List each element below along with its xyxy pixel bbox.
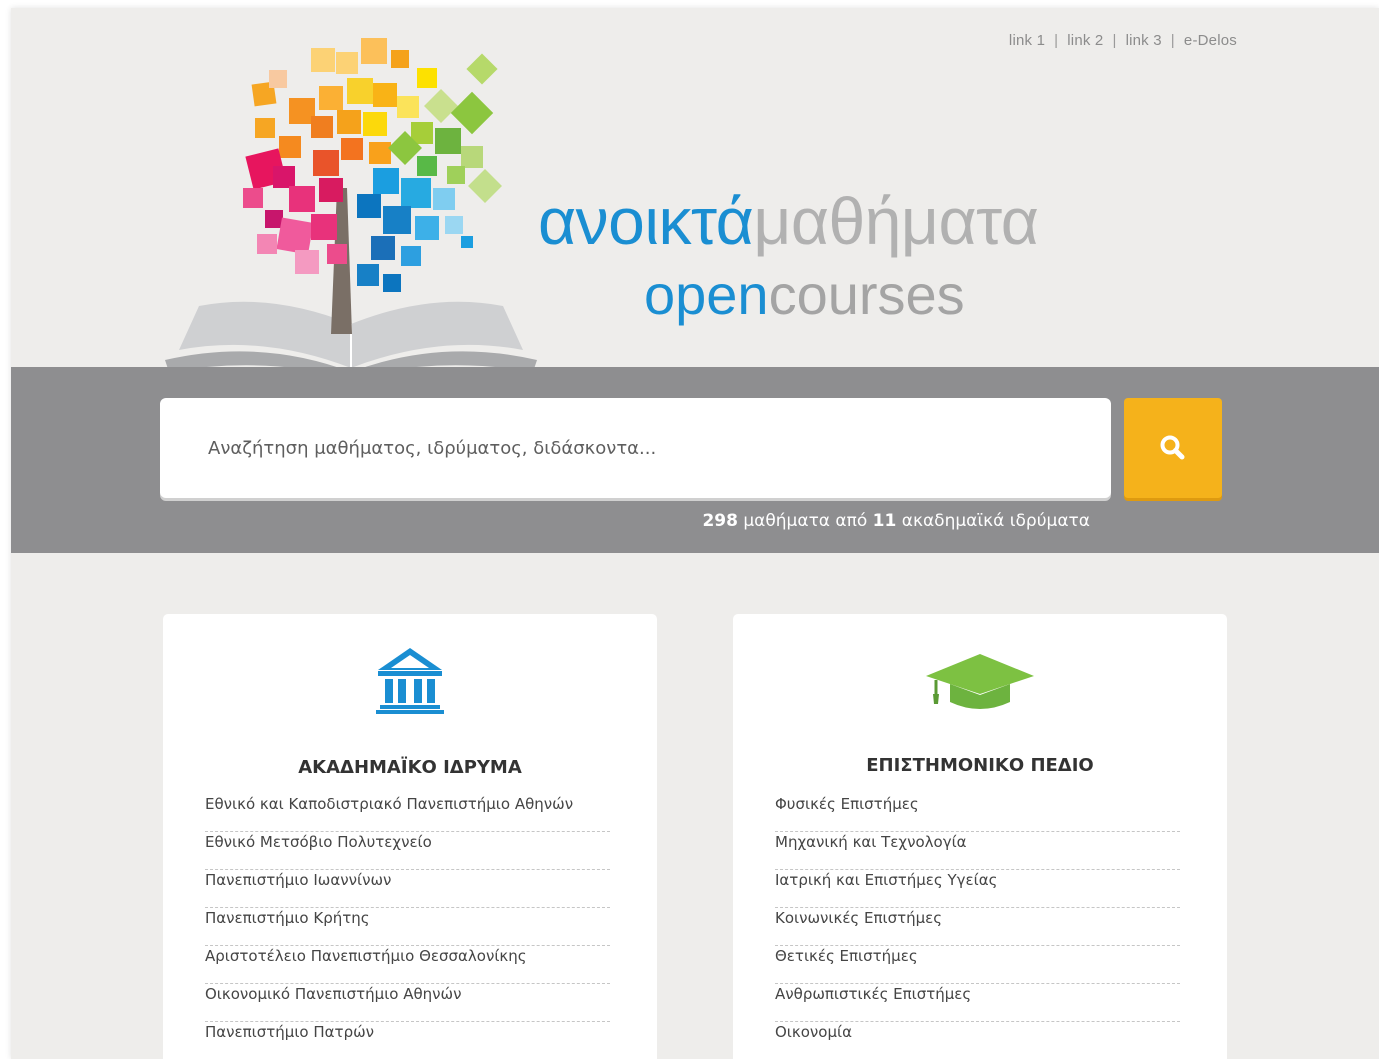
brand-word-bold: ανοικτά — [538, 184, 754, 258]
list-item: Οικονομία — [775, 1022, 1180, 1059]
brand-wordmark[interactable]: ανοικτάμαθήματα opencourses — [538, 183, 1138, 326]
brand-wordmark-english: opencourses — [644, 263, 965, 327]
list-item: Θετικές Επιστήμες — [775, 946, 1180, 984]
institutions-card: ΑΚΑΔΗΜΑΪΚΟ ΙΔΡΥΜΑ Εθνικό και Καποδιστρια… — [163, 614, 657, 1059]
link-separator: | — [1170, 32, 1175, 49]
brand-word-light: μαθήματα — [753, 184, 1039, 258]
list-item: Κοινωνικές Επιστήμες — [775, 908, 1180, 946]
list-item: Φυσικές Επιστήμες — [775, 794, 1180, 832]
list-item: Εθνικό και Καποδιστριακό Πανεπιστήμιο Αθ… — [205, 794, 610, 832]
field-link[interactable]: Οικονομία — [775, 1023, 852, 1041]
institution-link[interactable]: Πανεπιστήμιο Ιωαννίνων — [205, 871, 391, 889]
institution-link[interactable]: Πανεπιστήμιο Κρήτης — [205, 909, 370, 927]
institution-link[interactable]: Εθνικό και Καποδιστριακό Πανεπιστήμιο Αθ… — [205, 795, 573, 813]
field-link[interactable]: Ανθρωπιστικές Επιστήμες — [775, 985, 971, 1003]
brand-word-courses: courses — [768, 263, 965, 326]
search-icon — [1160, 435, 1185, 460]
institutions-label: ακαδημαϊκά ιδρύματα — [901, 511, 1090, 531]
list-item: Εθνικό Μετσόβιο Πολυτεχνείο — [205, 832, 610, 870]
list-item: Πανεπιστήμιο Κρήτης — [205, 908, 610, 946]
list-item: Αριστοτέλειο Πανεπιστήμιο Θεσσαλονίκης — [205, 946, 610, 984]
link-separator: | — [1112, 32, 1117, 49]
institution-link[interactable]: Αριστοτέλειο Πανεπιστήμιο Θεσσαλονίκης — [205, 947, 527, 965]
institutions-list: Εθνικό και Καποδιστριακό Πανεπιστήμιο Αθ… — [205, 794, 610, 1059]
fields-title: ΕΠΙΣΤΗΜΟΝΙΚΟ ΠΕΔΙΟ — [866, 755, 1094, 776]
list-item: Μηχανική και Τεχνολογία — [775, 832, 1180, 870]
fields-card: ΕΠΙΣΤΗΜΟΝΙΚΟ ΠΕΔΙΟ Φυσικές Επιστήμες Μηχ… — [733, 614, 1227, 1059]
search-box — [160, 398, 1111, 498]
top-link-3[interactable]: link 3 — [1126, 32, 1162, 49]
institution-link[interactable]: Πανεπιστήμιο Πατρών — [205, 1023, 374, 1041]
top-link-edelos[interactable]: e-Delos — [1184, 32, 1237, 49]
institution-link[interactable]: Εθνικό Μετσόβιο Πολυτεχνείο — [205, 833, 432, 851]
institution-building-icon — [163, 648, 657, 714]
list-item: Ανθρωπιστικές Επιστήμες — [775, 984, 1180, 1022]
search-button[interactable] — [1124, 398, 1222, 498]
field-link[interactable]: Κοινωνικές Επιστήμες — [775, 909, 942, 927]
link-separator: | — [1054, 32, 1059, 49]
list-item: Πανεπιστήμιο Πατρών — [205, 1022, 610, 1059]
top-link-1[interactable]: link 1 — [1009, 32, 1045, 49]
page: link 1 | link 2 | link 3 | e-Delos ανοικ… — [11, 8, 1379, 1059]
stats-summary: 298 μαθήματα από 11 ακαδημαϊκά ιδρύματα — [702, 511, 1090, 531]
field-link[interactable]: Ιατρική και Επιστήμες Υγείας — [775, 871, 997, 889]
list-item: Ιατρική και Επιστήμες Υγείας — [775, 870, 1180, 908]
field-link[interactable]: Θετικές Επιστήμες — [775, 947, 918, 965]
institution-link[interactable]: Οικονομικό Πανεπιστήμιο Αθηνών — [205, 985, 462, 1003]
search-input[interactable] — [160, 398, 1111, 498]
top-links: link 1 | link 2 | link 3 | e-Delos — [1009, 32, 1237, 49]
brand-word-open: open — [644, 263, 769, 326]
fields-list: Φυσικές Επιστήμες Μηχανική και Τεχνολογί… — [775, 794, 1180, 1059]
graduation-cap-icon — [733, 654, 1227, 712]
top-link-2[interactable]: link 2 — [1067, 32, 1103, 49]
list-item: Πανεπιστήμιο Ιωαννίνων — [205, 870, 610, 908]
search-band: 298 μαθήματα από 11 ακαδημαϊκά ιδρύματα — [11, 367, 1379, 553]
field-link[interactable]: Μηχανική και Τεχνολογία — [775, 833, 967, 851]
field-link[interactable]: Φυσικές Επιστήμες — [775, 795, 919, 813]
list-item: Οικονομικό Πανεπιστήμιο Αθηνών — [205, 984, 610, 1022]
logo-tree-book-icon[interactable] — [161, 38, 541, 378]
institutions-title: ΑΚΑΔΗΜΑΪΚΟ ΙΔΡΥΜΑ — [298, 757, 522, 778]
courses-count: 298 — [702, 511, 738, 531]
institutions-count: 11 — [872, 511, 897, 531]
brand-wordmark-greek: ανοικτάμαθήματα — [538, 183, 1138, 259]
courses-label: μαθήματα από — [743, 511, 868, 531]
